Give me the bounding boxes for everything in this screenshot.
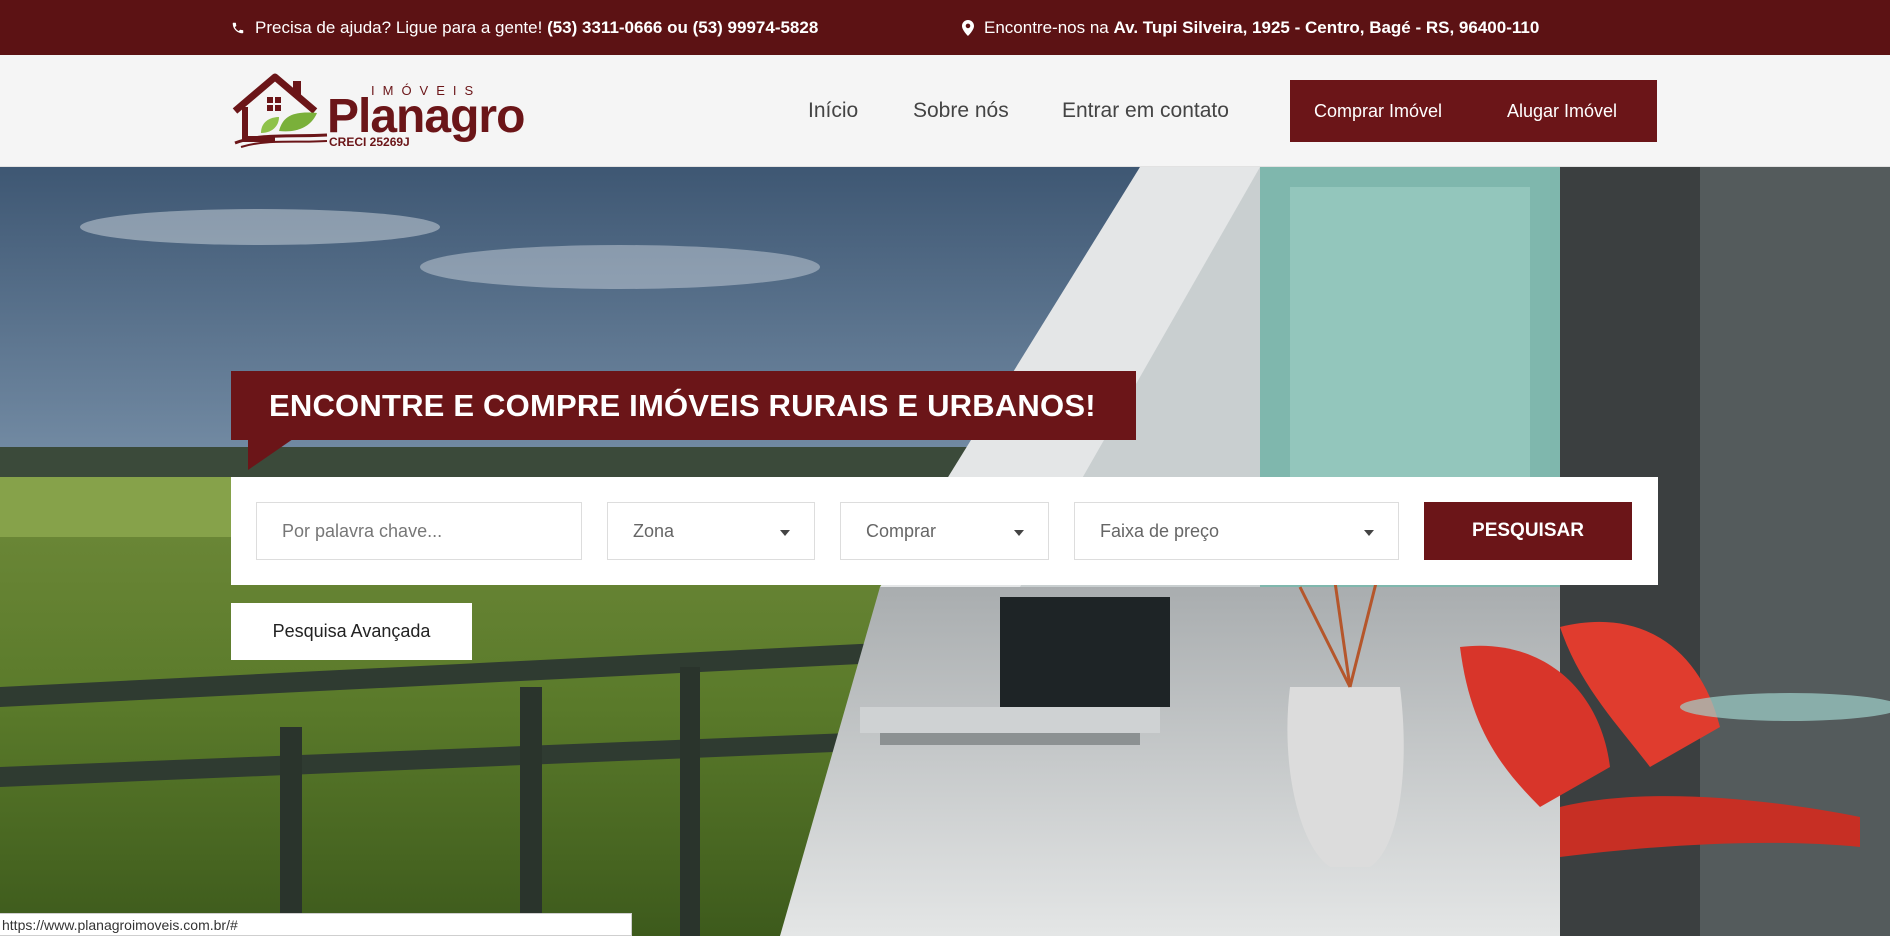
- keyword-search-input[interactable]: [282, 520, 562, 542]
- chevron-down-icon: [780, 530, 790, 536]
- phone-icon: [232, 22, 244, 33]
- address-info: Encontre-nos na Av. Tupi Silveira, 1925 …: [962, 0, 1539, 55]
- faixa-preco-select-value: Faixa de preço: [1100, 520, 1220, 541]
- search-button[interactable]: PESQUISAR: [1424, 502, 1632, 560]
- address-text: Av. Tupi Silveira, 1925 - Centro, Bagé -…: [1113, 17, 1540, 37]
- help-phone: Precisa de ajuda? Ligue para a gente! (5…: [231, 0, 818, 55]
- faixa-preco-select[interactable]: Faixa de preço: [1074, 502, 1399, 560]
- nav-sobre[interactable]: Sobre nós: [913, 55, 1009, 167]
- find-text: Encontre-nos na: [984, 17, 1109, 37]
- headline-pointer: [248, 439, 293, 470]
- alugar-imovel-button[interactable]: Alugar Imóvel: [1507, 101, 1617, 122]
- logo-creci: CRECI 25269J: [329, 135, 410, 149]
- hero-headline: ENCONTRE E COMPRE IMÓVEIS RURAIS E URBAN…: [231, 371, 1136, 440]
- top-info-bar: Precisa de ajuda? Ligue para a gente! (5…: [0, 0, 1890, 55]
- phone-numbers[interactable]: (53) 3311-0666 ou (53) 99974-5828: [547, 18, 818, 38]
- keyword-search-field[interactable]: [256, 502, 582, 560]
- chevron-down-icon: [1014, 530, 1024, 536]
- tipo-select[interactable]: Comprar: [840, 502, 1049, 560]
- nav-contato[interactable]: Entrar em contato: [1062, 55, 1229, 167]
- map-pin-icon: [962, 19, 974, 36]
- tipo-select-value: Comprar: [866, 520, 937, 541]
- site-header: IMÓVEIS Planagro CRECI 25269J Início Sob…: [0, 55, 1890, 167]
- status-bar-url: https://www.planagroimoveis.com.br/#: [0, 913, 632, 936]
- nav-inicio[interactable]: Início: [808, 55, 858, 167]
- search-panel: Zona Comprar Faixa de preço PESQUISAR: [231, 477, 1658, 585]
- zona-select-value: Zona: [633, 520, 675, 541]
- site-logo[interactable]: IMÓVEIS Planagro CRECI 25269J: [231, 73, 525, 149]
- hero-banner: ENCONTRE E COMPRE IMÓVEIS RURAIS E URBAN…: [0, 167, 1890, 936]
- comprar-imovel-button[interactable]: Comprar Imóvel: [1314, 101, 1442, 122]
- nav-action-group: Comprar Imóvel Alugar Imóvel: [1290, 80, 1657, 142]
- chevron-down-icon: [1364, 530, 1374, 536]
- help-text: Precisa de ajuda? Ligue para a gente!: [255, 17, 543, 37]
- house-leaf-logo-icon: [232, 73, 328, 148]
- zona-select[interactable]: Zona: [607, 502, 815, 560]
- advanced-search-button[interactable]: Pesquisa Avançada: [231, 603, 472, 660]
